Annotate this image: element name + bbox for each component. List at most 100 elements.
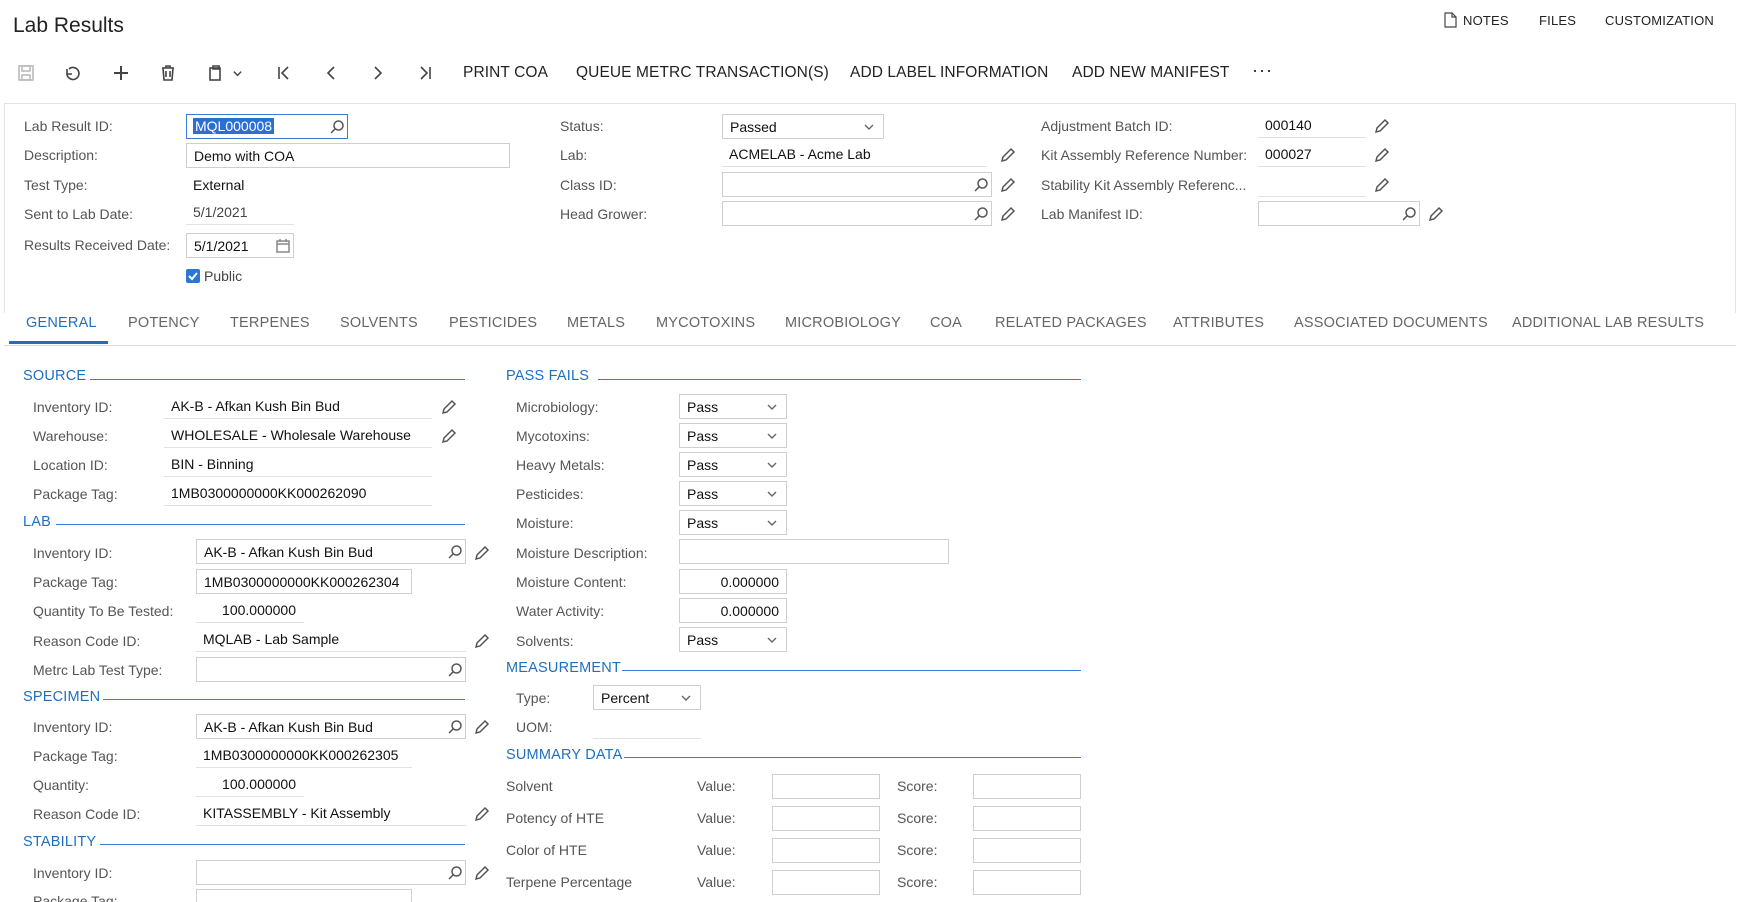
- measurement-type-value: Percent: [601, 690, 650, 706]
- potency-value-input[interactable]: [772, 806, 880, 831]
- lab-result-id-input[interactable]: MQL000008: [186, 114, 348, 139]
- edit-pencil-icon[interactable]: [1374, 147, 1390, 163]
- lab-manifest-input[interactable]: [1258, 201, 1420, 226]
- potency-score-input[interactable]: [973, 806, 1081, 831]
- notes-icon[interactable]: [1444, 12, 1458, 28]
- tab-metals[interactable]: METALS: [567, 315, 625, 331]
- kit-assembly-value: 000027: [1265, 146, 1312, 162]
- search-icon[interactable]: [447, 865, 463, 881]
- tab-related-packages[interactable]: RELATED PACKAGES: [995, 315, 1147, 331]
- microbiology-value: Pass: [687, 399, 719, 415]
- moisture-select[interactable]: Pass: [679, 510, 787, 535]
- tab-attributes[interactable]: ATTRIBUTES: [1173, 315, 1264, 331]
- tab-solvents[interactable]: SOLVENTS: [340, 315, 418, 331]
- stability-package-input[interactable]: [196, 889, 412, 902]
- stability-inventory-input[interactable]: [196, 860, 466, 885]
- files-link[interactable]: FILES: [1539, 13, 1576, 28]
- heavy-metals-select[interactable]: Pass: [679, 452, 787, 477]
- edit-pencil-icon[interactable]: [1000, 147, 1016, 163]
- status-select[interactable]: Passed: [722, 114, 884, 139]
- color-value-input[interactable]: [772, 838, 880, 863]
- tab-associated-documents[interactable]: ASSOCIATED DOCUMENTS: [1294, 315, 1488, 331]
- previous-record-icon[interactable]: [320, 62, 342, 84]
- last-record-icon[interactable]: [414, 62, 436, 84]
- next-record-icon[interactable]: [367, 62, 389, 84]
- edit-pencil-icon[interactable]: [474, 719, 490, 735]
- tab-potency[interactable]: POTENCY: [128, 315, 200, 331]
- chevron-down-icon[interactable]: [230, 62, 244, 84]
- measurement-type-select[interactable]: Percent: [593, 685, 701, 710]
- head-grower-input[interactable]: [722, 201, 992, 226]
- solvent-score-input[interactable]: [973, 774, 1081, 799]
- source-warehouse-field[interactable]: WHOLESALE - Wholesale Warehouse: [164, 423, 432, 448]
- lab-quantity-field[interactable]: 100.000000: [196, 598, 304, 623]
- lab-field[interactable]: ACMELAB - Acme Lab: [722, 142, 987, 167]
- moisture-content-input[interactable]: 0.000000: [679, 569, 787, 594]
- calendar-icon[interactable]: [275, 238, 291, 254]
- tab-microbiology[interactable]: MICROBIOLOGY: [785, 315, 901, 331]
- specimen-inventory-input[interactable]: AK-B - Afkan Kush Bin Bud: [196, 714, 466, 739]
- edit-pencil-icon[interactable]: [474, 633, 490, 649]
- terpene-score-input[interactable]: [973, 870, 1081, 895]
- tab-general[interactable]: GENERAL: [26, 315, 97, 331]
- queue-metrc-button[interactable]: QUEUE METRC TRANSACTION(S): [576, 64, 829, 82]
- water-activity-input[interactable]: 0.000000: [679, 598, 787, 623]
- notes-link[interactable]: NOTES: [1463, 13, 1509, 28]
- search-icon[interactable]: [1401, 206, 1417, 222]
- edit-pencil-icon[interactable]: [1374, 118, 1390, 134]
- metrc-lab-test-input[interactable]: [196, 657, 466, 682]
- public-checkbox[interactable]: [186, 269, 200, 283]
- undo-icon[interactable]: [62, 62, 84, 84]
- microbiology-select[interactable]: Pass: [679, 394, 787, 419]
- tab-pesticides[interactable]: PESTICIDES: [449, 315, 537, 331]
- edit-pencil-icon[interactable]: [474, 865, 490, 881]
- search-icon[interactable]: [447, 662, 463, 678]
- lab-package-input[interactable]: 1MB0300000000KK000262304: [196, 569, 412, 594]
- results-received-input[interactable]: 5/1/2021: [186, 233, 294, 258]
- terpene-value-input[interactable]: [772, 870, 880, 895]
- first-record-icon[interactable]: [273, 62, 295, 84]
- tab-coa[interactable]: COA: [930, 315, 962, 331]
- add-new-manifest-button[interactable]: ADD NEW MANIFEST: [1072, 64, 1229, 82]
- more-actions-button[interactable]: ···: [1252, 60, 1273, 81]
- specimen-reason-field[interactable]: KITASSEMBLY - Kit Assembly: [196, 801, 466, 826]
- results-received-label: Results Received Date:: [24, 237, 171, 253]
- delete-icon[interactable]: [157, 62, 179, 84]
- stability-kit-field[interactable]: [1258, 172, 1366, 197]
- description-input[interactable]: Demo with COA: [186, 143, 510, 168]
- edit-pencil-icon[interactable]: [1374, 177, 1390, 193]
- moisture-description-input[interactable]: [679, 539, 949, 564]
- adjustment-batch-field[interactable]: 000140: [1258, 113, 1366, 138]
- pesticides-select[interactable]: Pass: [679, 481, 787, 506]
- mycotoxins-select[interactable]: Pass: [679, 423, 787, 448]
- edit-pencil-icon[interactable]: [441, 399, 457, 415]
- copy-paste-icon[interactable]: [205, 62, 227, 84]
- lab-reason-field[interactable]: MQLAB - Lab Sample: [196, 627, 466, 652]
- search-icon[interactable]: [329, 119, 345, 135]
- search-icon[interactable]: [447, 719, 463, 735]
- save-icon[interactable]: [15, 62, 37, 84]
- solvent-value-input[interactable]: [772, 774, 880, 799]
- edit-pencil-icon[interactable]: [1428, 206, 1444, 222]
- edit-pencil-icon[interactable]: [1000, 206, 1016, 222]
- customization-link[interactable]: CUSTOMIZATION: [1605, 13, 1714, 28]
- source-inventory-field[interactable]: AK-B - Afkan Kush Bin Bud: [164, 394, 432, 419]
- edit-pencil-icon[interactable]: [474, 806, 490, 822]
- edit-pencil-icon[interactable]: [474, 545, 490, 561]
- print-coa-button[interactable]: PRINT COA: [463, 64, 548, 82]
- tab-additional-lab-results[interactable]: ADDITIONAL LAB RESULTS: [1512, 315, 1704, 331]
- kit-assembly-field[interactable]: 000027: [1258, 142, 1366, 167]
- solvents-select[interactable]: Pass: [679, 627, 787, 652]
- edit-pencil-icon[interactable]: [1000, 177, 1016, 193]
- add-label-information-button[interactable]: ADD LABEL INFORMATION: [850, 64, 1048, 82]
- search-icon[interactable]: [973, 206, 989, 222]
- edit-pencil-icon[interactable]: [441, 428, 457, 444]
- tab-terpenes[interactable]: TERPENES: [230, 315, 310, 331]
- add-icon[interactable]: [110, 62, 132, 84]
- color-score-input[interactable]: [973, 838, 1081, 863]
- search-icon[interactable]: [973, 177, 989, 193]
- lab-inventory-input[interactable]: AK-B - Afkan Kush Bin Bud: [196, 539, 466, 564]
- class-id-input[interactable]: [722, 172, 992, 197]
- tab-mycotoxins[interactable]: MYCOTOXINS: [656, 315, 755, 331]
- search-icon[interactable]: [447, 544, 463, 560]
